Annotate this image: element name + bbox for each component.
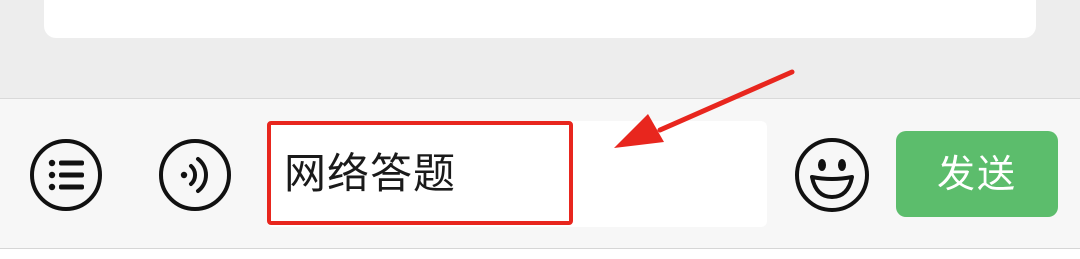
message-input[interactable]: 网络答题 [267, 121, 767, 227]
chat-area [0, 0, 1080, 98]
bottom-strip [0, 248, 1080, 259]
input-toolbar: 网络答题 发送 [0, 98, 1080, 248]
message-card [44, 0, 1036, 38]
voice-icon[interactable] [158, 138, 232, 212]
list-menu-icon[interactable] [29, 138, 103, 212]
message-input-text: 网络答题 [284, 149, 457, 198]
smiley-face-icon[interactable] [794, 137, 870, 213]
send-button[interactable]: 发送 [896, 131, 1058, 217]
